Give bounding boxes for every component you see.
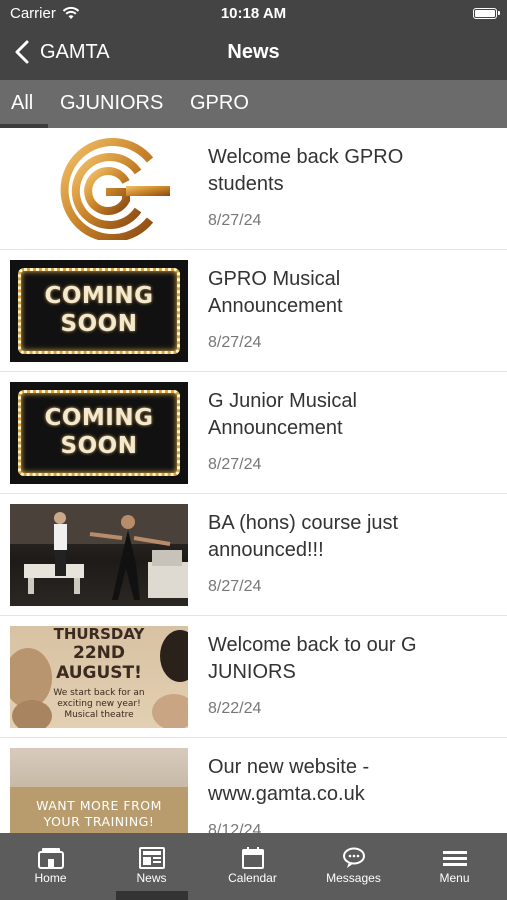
thumbnail-text: THURSDAY xyxy=(53,626,145,643)
navigation-bar: Carrier 10:18 AM GAMTA News xyxy=(0,0,507,80)
news-date: 8/27/24 xyxy=(208,578,262,595)
category-tabs: All GJUNIORS GPRO xyxy=(0,80,507,128)
dance-photo-thumbnail xyxy=(10,504,188,606)
tab-label: News xyxy=(136,871,167,885)
menu-icon xyxy=(442,851,467,866)
tab-menu[interactable]: Menu xyxy=(404,833,505,900)
news-headline: G Junior Musical Announcement xyxy=(208,390,357,439)
tab-gjuniors[interactable]: GJUNIORS xyxy=(60,92,163,115)
news-list: Welcome back GPRO students 8/27/24 COMIN… xyxy=(0,128,507,833)
thumbnail-text: AUGUST! xyxy=(56,663,142,683)
tab-calendar[interactable]: Calendar xyxy=(202,833,303,900)
tab-messages[interactable]: Messages xyxy=(303,833,404,900)
news-date: 8/22/24 xyxy=(208,700,262,717)
coming-soon-thumbnail: COMING SOON xyxy=(10,260,188,362)
home-icon xyxy=(37,848,64,869)
gamta-logo-thumbnail xyxy=(10,138,188,240)
coming-soon-thumbnail: COMING SOON xyxy=(10,382,188,484)
news-date: 8/27/24 xyxy=(208,334,262,351)
back-button[interactable]: GAMTA xyxy=(14,40,110,64)
thumbnail-text: SOON xyxy=(60,311,138,337)
thumbnail-text: WANT MORE FROM xyxy=(36,798,162,813)
tab-gpro[interactable]: GPRO xyxy=(190,92,249,115)
news-item[interactable]: COMING SOON G Junior Musical Announcemen… xyxy=(0,372,507,494)
thumbnail-text: We start back for an xyxy=(53,688,145,698)
thumbnail-text: COMING xyxy=(44,405,154,431)
tab-label: Calendar xyxy=(228,871,277,885)
news-item[interactable]: WANT MORE FROM YOUR TRAINING! Our new we… xyxy=(0,738,507,833)
thumbnail-text: YOUR TRAINING! xyxy=(43,814,155,829)
news-item[interactable]: COMING SOON GPRO Musical Announcement 8/… xyxy=(0,250,507,372)
news-headline: Our new website - www.gamta.co.uk xyxy=(208,756,370,805)
news-headline: GPRO Musical Announcement xyxy=(208,268,343,317)
tab-label: Home xyxy=(34,871,67,885)
thumbnail-text: 22ND xyxy=(73,643,125,663)
news-headline: BA (hons) course just announced!!! xyxy=(208,512,399,561)
status-bar: Carrier 10:18 AM xyxy=(0,0,507,28)
news-headline: Welcome back GPRO students xyxy=(208,146,404,195)
calendar-icon xyxy=(241,847,264,869)
thumbnail-text: exciting new year! xyxy=(57,699,141,709)
chevron-left-icon xyxy=(15,40,29,64)
g-logo-icon xyxy=(60,138,170,240)
bottom-tab-bar: Home News Calendar Messages Menu xyxy=(0,833,507,900)
active-bottom-tab-indicator xyxy=(116,891,188,900)
news-item[interactable]: Welcome back GPRO students 8/27/24 xyxy=(0,128,507,250)
battery-icon xyxy=(473,8,500,19)
thumbnail-text: COMING xyxy=(44,283,154,309)
website-promo-thumbnail: WANT MORE FROM YOUR TRAINING! xyxy=(10,748,188,833)
news-date: 8/12/24 xyxy=(208,822,262,833)
messages-icon xyxy=(342,847,365,868)
news-headline: Welcome back to our G JUNIORS xyxy=(208,634,417,683)
tab-news[interactable]: News xyxy=(101,833,202,900)
tab-label: Menu xyxy=(439,871,470,885)
back-label: GAMTA xyxy=(40,40,110,63)
tab-all[interactable]: All xyxy=(11,92,33,115)
news-date: 8/27/24 xyxy=(208,212,262,229)
tab-home[interactable]: Home xyxy=(0,833,101,900)
poster-thumbnail: THURSDAY 22ND AUGUST! We start back for … xyxy=(10,626,188,728)
thumbnail-text: SOON xyxy=(60,433,138,459)
clock: 10:18 AM xyxy=(220,5,287,22)
thumbnail-text: Musical theatre xyxy=(64,710,134,720)
dancers-image xyxy=(10,504,188,600)
tab-label: Messages xyxy=(326,871,381,885)
news-item[interactable]: THURSDAY 22ND AUGUST! We start back for … xyxy=(0,616,507,738)
news-date: 8/27/24 xyxy=(208,456,262,473)
news-icon xyxy=(138,847,165,869)
news-item[interactable]: BA (hons) course just announced!!! 8/27/… xyxy=(0,494,507,616)
